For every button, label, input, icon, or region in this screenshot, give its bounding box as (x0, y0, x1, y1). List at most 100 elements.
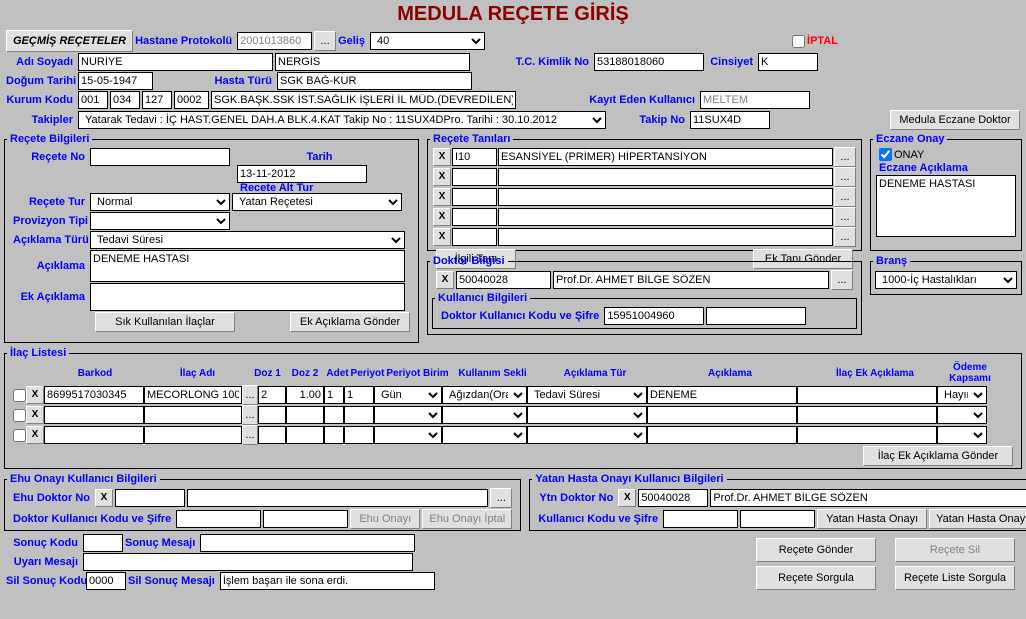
hasta-turu-input[interactable] (277, 72, 472, 90)
ilac-pbirim-select[interactable]: Gün (374, 386, 442, 404)
tc-input[interactable] (594, 53, 704, 71)
yatan-x-button[interactable]: X (618, 489, 636, 507)
takipler-select[interactable]: Yatarak Tedavi : İÇ HAST.GENEL DAH.A BLK… (78, 111, 606, 129)
tani-x-button[interactable]: X (433, 228, 451, 246)
tani-kod-input[interactable] (452, 228, 497, 246)
tani-ad-input[interactable] (498, 168, 833, 186)
ilac-doz2-input[interactable] (286, 386, 324, 404)
ilac-cb[interactable] (13, 429, 26, 442)
ilac-doz1-input[interactable] (258, 406, 286, 424)
tani-lookup-button[interactable]: ... (834, 207, 856, 227)
ehu-sifre-input[interactable] (263, 510, 348, 528)
ilac-ksekli-select[interactable] (442, 406, 527, 424)
tani-x-button[interactable]: X (433, 208, 451, 226)
ilac-x-button[interactable]: X (26, 406, 44, 424)
ilac-pbirim-select[interactable] (374, 406, 442, 424)
ilac-adet-input[interactable] (324, 386, 344, 404)
ilac-doz2-input[interactable] (286, 426, 324, 444)
tani-x-button[interactable]: X (433, 148, 451, 166)
tani-kod-input[interactable] (452, 188, 497, 206)
tani-kod-input[interactable] (452, 168, 497, 186)
tani-ad-input[interactable] (498, 148, 833, 166)
eczane-aciklama-textarea[interactable]: DENEME HASTASI (876, 175, 1016, 237)
tani-x-button[interactable]: X (433, 188, 451, 206)
medula-eczane-doktor-button[interactable]: Medula Eczane Doktor (890, 110, 1020, 130)
ehu-kullanici-kodu-input[interactable] (176, 510, 261, 528)
ilac-lookup-button[interactable]: ... (242, 405, 258, 425)
hastane-protokolu-input[interactable] (237, 32, 312, 50)
yatan-sifre-input[interactable] (740, 510, 815, 528)
tani-kod-input[interactable] (452, 148, 497, 166)
tani-kod-input[interactable] (452, 208, 497, 226)
ilac-doz1-input[interactable] (258, 426, 286, 444)
ilac-periyot-input[interactable] (344, 426, 374, 444)
sik-kullanilan-button[interactable]: Sık Kullanılan İlaçlar (95, 312, 235, 332)
recete-gonder-button[interactable]: Reçete Gönder (756, 538, 876, 562)
iptal-checkbox[interactable] (792, 35, 805, 48)
ek-aciklama-gonder-button[interactable]: Ek Açıklama Gönder (290, 312, 410, 332)
ilac-pbirim-select[interactable] (374, 426, 442, 444)
gelis-select[interactable]: 40 (370, 32, 485, 50)
ilac-doz2-input[interactable] (286, 406, 324, 424)
yatan-kod-input[interactable] (638, 489, 708, 507)
aciklama-textarea[interactable]: DENEME HASTASI (90, 250, 405, 282)
recete-sil-button[interactable]: Reçete Sil (895, 538, 1015, 562)
recete-tur-select[interactable]: Normal (90, 193, 230, 211)
tani-x-button[interactable]: X (433, 168, 451, 186)
ilac-x-button[interactable]: X (26, 426, 44, 444)
ilac-lookup-button[interactable]: ... (242, 385, 258, 405)
recete-sorgula-button[interactable]: Reçete Sorgula (756, 566, 876, 590)
sil-mesaj-input[interactable] (220, 572, 435, 590)
provizyon-select[interactable] (90, 212, 230, 230)
doktor-x-button[interactable]: X (436, 271, 454, 289)
alt-tur-select[interactable]: Yatan Reçetesi (232, 193, 402, 211)
sil-kodu-input[interactable] (86, 572, 126, 590)
ilac-doz1-input[interactable] (258, 386, 286, 404)
recete-no-input[interactable] (90, 148, 230, 166)
tani-lookup-button[interactable]: ... (834, 187, 856, 207)
ehu-onay-iptal-button[interactable]: Ehu Onayı İptal (422, 509, 512, 529)
ilac-atur-select[interactable] (527, 406, 647, 424)
ilac-aciklama-input[interactable] (647, 406, 797, 424)
ilac-odeme-select[interactable] (937, 426, 987, 444)
ilac-ek-input[interactable] (797, 426, 937, 444)
doktor-lookup-button[interactable]: ... (831, 270, 853, 290)
recete-liste-sorgula-button[interactable]: Reçete Liste Sorgula (895, 566, 1015, 590)
kurum-k2[interactable] (110, 91, 140, 109)
uyari-input[interactable] (83, 553, 413, 571)
kurum-k3[interactable] (142, 91, 172, 109)
dogum-input[interactable] (78, 72, 153, 90)
tani-ad-input[interactable] (498, 228, 833, 246)
doktor-ad-input[interactable] (553, 271, 829, 289)
cinsiyet-input[interactable] (758, 53, 818, 71)
ilac-barkod-input[interactable] (44, 426, 144, 444)
ilac-cb[interactable] (13, 389, 26, 402)
hastane-protokolu-lookup-button[interactable]: ... (314, 31, 336, 51)
ilac-odeme-select[interactable] (937, 406, 987, 424)
ilac-barkod-input[interactable] (44, 386, 144, 404)
sonuc-mesaji-input[interactable] (200, 534, 415, 552)
tani-ad-input[interactable] (498, 208, 833, 226)
kurum-k4[interactable] (174, 91, 209, 109)
ilac-aciklama-input[interactable] (647, 386, 797, 404)
tani-ad-input[interactable] (498, 188, 833, 206)
ehu-lookup-button[interactable]: ... (490, 488, 512, 508)
ilac-lookup-button[interactable]: ... (242, 425, 258, 445)
ek-aciklama-textarea[interactable] (90, 283, 405, 311)
ilac-adet-input[interactable] (324, 426, 344, 444)
ilac-adi-input[interactable] (144, 406, 242, 424)
tarih-input[interactable] (237, 165, 367, 183)
kurum-k1[interactable] (78, 91, 108, 109)
ilac-aciklama-input[interactable] (647, 426, 797, 444)
ilac-barkod-input[interactable] (44, 406, 144, 424)
ilac-ksekli-select[interactable]: Ağızdan(Ora (442, 386, 527, 404)
gecmis-receteler-button[interactable]: GEÇMİŞ REÇETELER (6, 30, 133, 52)
ilac-periyot-input[interactable] (344, 406, 374, 424)
kb-kod-input[interactable] (604, 307, 704, 325)
yatan-ad-input[interactable] (710, 489, 1026, 507)
ilac-adi-input[interactable] (144, 386, 242, 404)
ilac-adet-input[interactable] (324, 406, 344, 424)
ilac-odeme-select[interactable]: Hayır (937, 386, 987, 404)
ilac-ek-input[interactable] (797, 386, 937, 404)
ehu-onay-button[interactable]: Ehu Onayı (350, 509, 420, 529)
